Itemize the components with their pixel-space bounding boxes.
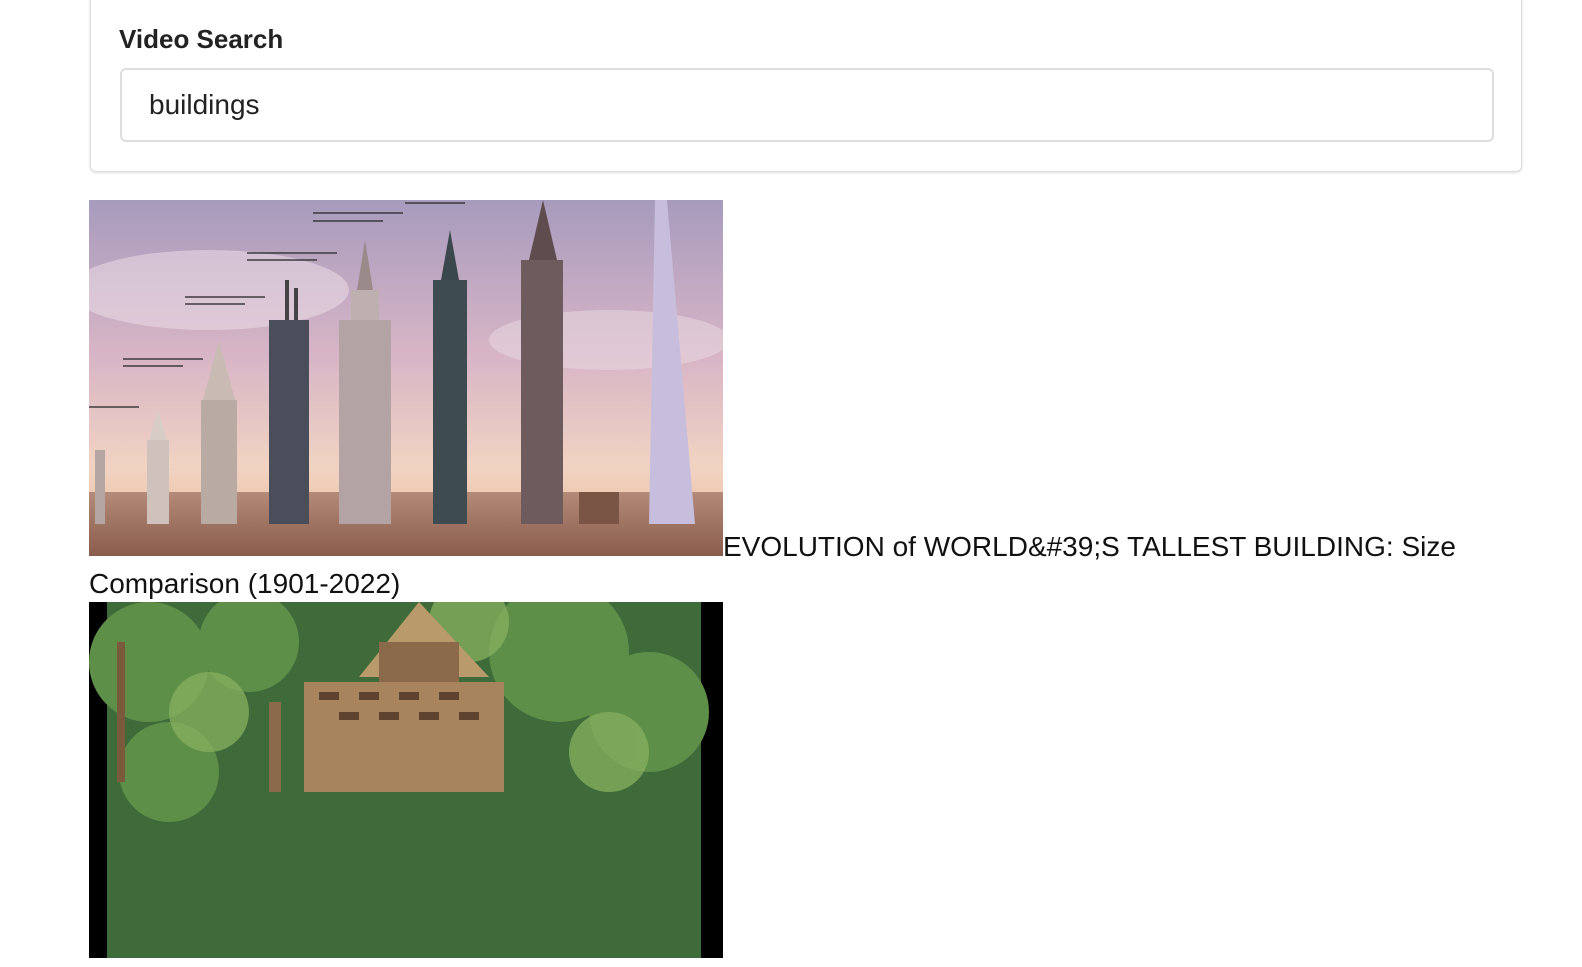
- list-item[interactable]: EVOLUTION of WORLD&#39;S TALLEST BUILDIN…: [89, 200, 1489, 602]
- search-label: Video Search: [119, 24, 284, 54]
- list-item[interactable]: [89, 602, 1489, 967]
- skyscraper-comparison-image: [89, 200, 723, 556]
- brick-hut-in-forest-image: [89, 602, 723, 958]
- video-thumbnail[interactable]: [89, 602, 723, 958]
- results-list: EVOLUTION of WORLD&#39;S TALLEST BUILDIN…: [89, 200, 1489, 967]
- search-card: Video Search: [90, 0, 1522, 172]
- video-thumbnail[interactable]: [89, 200, 723, 556]
- search-input[interactable]: [120, 68, 1494, 142]
